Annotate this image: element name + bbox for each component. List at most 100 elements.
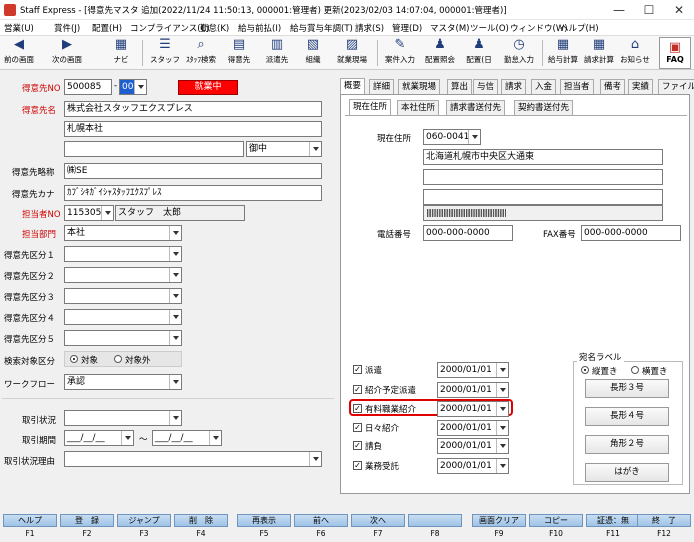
search-on-radio[interactable]	[70, 355, 78, 363]
branch-select[interactable]: 000	[119, 79, 147, 95]
contract-date-hibi[interactable]: 2000/01/01	[437, 420, 509, 436]
f1-help-button[interactable]: ヘルプ	[3, 514, 57, 527]
soshiki-button[interactable]: ▧ 組織	[300, 37, 326, 69]
staff-search-button[interactable]: ⌕ ｽﾀｯﾌ検索	[183, 37, 219, 69]
naga3-button[interactable]: 長形３号	[585, 379, 669, 398]
menu-tool[interactable]: ツール(O)	[470, 22, 509, 34]
contract-checkbox-shokai-yotei[interactable]: ✓	[353, 385, 362, 394]
f9-clear-button[interactable]: 画面クリア	[472, 514, 526, 527]
menu-compliance[interactable]: コンプライアンス(C)	[130, 22, 210, 34]
menu-kyuyo[interactable]: 給与賞与年調(T)	[290, 22, 353, 34]
fax-field[interactable]: 000-000-0000	[581, 225, 681, 241]
tab-shosai[interactable]: 詳細	[369, 79, 395, 94]
tanto-no-select[interactable]: 115305	[64, 205, 114, 221]
f10-copy-button[interactable]: コピー	[529, 514, 583, 527]
naga4-button[interactable]: 長形４号	[585, 407, 669, 426]
shugyo-button[interactable]: ▨ 就業現場	[332, 37, 372, 69]
name-field-3[interactable]	[64, 141, 244, 157]
f3-jump-button[interactable]: ジャンプ	[117, 514, 171, 527]
contract-date-yuryo[interactable]: 2000/01/01	[437, 401, 509, 417]
f2-register-button[interactable]: 登 録	[60, 514, 114, 527]
menu-seikyu[interactable]: 請求(S)	[355, 22, 384, 34]
period-from-field[interactable]: ___/__/__	[64, 430, 134, 446]
period-to-field[interactable]: ___/__/__	[152, 430, 222, 446]
seikyu-button[interactable]: ▦ 請求計算	[582, 37, 616, 69]
tab-yoshin[interactable]: 与信	[473, 79, 499, 94]
staff-button[interactable]: ☰ スタッフ	[150, 37, 180, 69]
maximize-button[interactable]: ☐	[634, 1, 664, 19]
address-line-3[interactable]	[423, 189, 663, 205]
f4-delete-button[interactable]: 削 除	[174, 514, 228, 527]
haken-button[interactable]: ▥ 派遣先	[262, 37, 292, 69]
short-field[interactable]: ㈱SE	[64, 163, 322, 179]
minimize-button[interactable]: —	[604, 1, 634, 19]
contract-checkbox-jutaku[interactable]: ✓	[353, 461, 362, 470]
dept-select[interactable]: 本社	[64, 225, 182, 241]
contract-checkbox-hibi[interactable]: ✓	[353, 423, 362, 432]
hagaki-button[interactable]: はがき	[585, 463, 669, 482]
kubun-select-2[interactable]	[64, 267, 182, 283]
menu-anken[interactable]: 賞件(J)	[54, 22, 80, 34]
contract-checkbox-ukeoi[interactable]: ✓	[353, 441, 362, 450]
subtab-honsha[interactable]: 本社住所	[397, 100, 440, 115]
tokuisaki-button[interactable]: ▤ 得意先	[224, 37, 254, 69]
contract-date-jutaku[interactable]: 2000/01/01	[437, 458, 509, 474]
vertical-radio[interactable]	[581, 366, 589, 374]
tab-file[interactable]: ファイル	[658, 79, 694, 94]
tab-biko[interactable]: 備考	[600, 79, 626, 94]
workflow-select[interactable]: 承認	[64, 374, 182, 390]
honorific-select[interactable]: 御中	[246, 141, 322, 157]
kyuyo-button[interactable]: ▦ 給与計算	[546, 37, 580, 69]
menu-master[interactable]: マスタ(M)	[430, 22, 469, 34]
close-button[interactable]: ✕	[664, 1, 694, 19]
tab-tantosha[interactable]: 担当者	[560, 79, 594, 94]
name-field-1[interactable]: 株式会社スタッフエクスプレス	[64, 101, 322, 117]
tab-sanshutsu[interactable]: 算出	[447, 79, 473, 94]
navi-button[interactable]: ▦ ナビ	[108, 37, 134, 69]
subtab-genzai[interactable]: 現在住所	[349, 99, 392, 116]
faq-button[interactable]: ▣ FAQ	[659, 37, 691, 69]
menu-eigyo[interactable]: 営業(U)	[4, 22, 34, 34]
tab-nyukin[interactable]: 入金	[531, 79, 557, 94]
f6-prev-button[interactable]: 前へ	[294, 514, 348, 527]
address-line-1[interactable]: 北海道札幌市中央区大通東	[423, 149, 663, 165]
forward-button[interactable]: ▶ 次の画面	[48, 37, 86, 69]
torihiki-select[interactable]	[64, 410, 182, 426]
contract-checkbox-haken[interactable]: ✓	[353, 365, 362, 374]
menu-haichi[interactable]: 配置(H)	[92, 22, 122, 34]
code-field[interactable]: 500085	[64, 79, 112, 95]
kubun-select-4[interactable]	[64, 309, 182, 325]
reason-select[interactable]	[64, 451, 322, 467]
haichi-shokai-button[interactable]: ♟ 配置照会	[422, 37, 458, 69]
menu-maebarai[interactable]: 給与前払(I)	[238, 22, 281, 34]
name-field-2[interactable]: 札幌本社	[64, 121, 322, 137]
kubun-select-3[interactable]	[64, 288, 182, 304]
f12-exit-button[interactable]: 終 了	[637, 514, 691, 527]
contract-checkbox-yuryo[interactable]: ✓	[353, 404, 362, 413]
contract-date-haken[interactable]: 2000/01/01	[437, 362, 509, 378]
oshirase-button[interactable]: ⌂ お知らせ	[618, 37, 652, 69]
f8-button[interactable]	[408, 514, 462, 527]
tab-gaiyo[interactable]: 概要	[340, 78, 366, 95]
back-button[interactable]: ◀ 前の画面	[2, 37, 36, 69]
haichi-day-button[interactable]: ♟ 配置(日	[462, 37, 496, 69]
horizontal-radio[interactable]	[631, 366, 639, 374]
f11-voucher-button[interactable]: 証憑：無	[586, 514, 640, 527]
zip-select[interactable]: 060-0041	[423, 129, 481, 145]
tab-shugyo[interactable]: 就業現場	[398, 79, 441, 94]
menu-help[interactable]: ヘルプ(H)	[560, 22, 599, 34]
tel-field[interactable]: 000-000-0000	[423, 225, 513, 241]
kaku2-button[interactable]: 角形２号	[585, 435, 669, 454]
contract-date-shokai-yotei[interactable]: 2000/01/01	[437, 382, 509, 398]
menu-window[interactable]: ウィンドウ(W)	[510, 22, 568, 34]
menu-kintai[interactable]: 勤怠(K)	[200, 22, 229, 34]
f5-refresh-button[interactable]: 再表示	[237, 514, 291, 527]
anken-button[interactable]: ✎ 案件入力	[382, 37, 418, 69]
subtab-seikyusho[interactable]: 請求書送付先	[446, 100, 506, 115]
f7-next-button[interactable]: 次へ	[351, 514, 405, 527]
kubun-select-5[interactable]	[64, 330, 182, 346]
subtab-keiyakusho[interactable]: 契約書送付先	[514, 100, 574, 115]
tab-jisseki[interactable]: 実績	[628, 79, 654, 94]
address-line-2[interactable]	[423, 169, 663, 185]
tab-seikyu[interactable]: 請求	[501, 79, 527, 94]
